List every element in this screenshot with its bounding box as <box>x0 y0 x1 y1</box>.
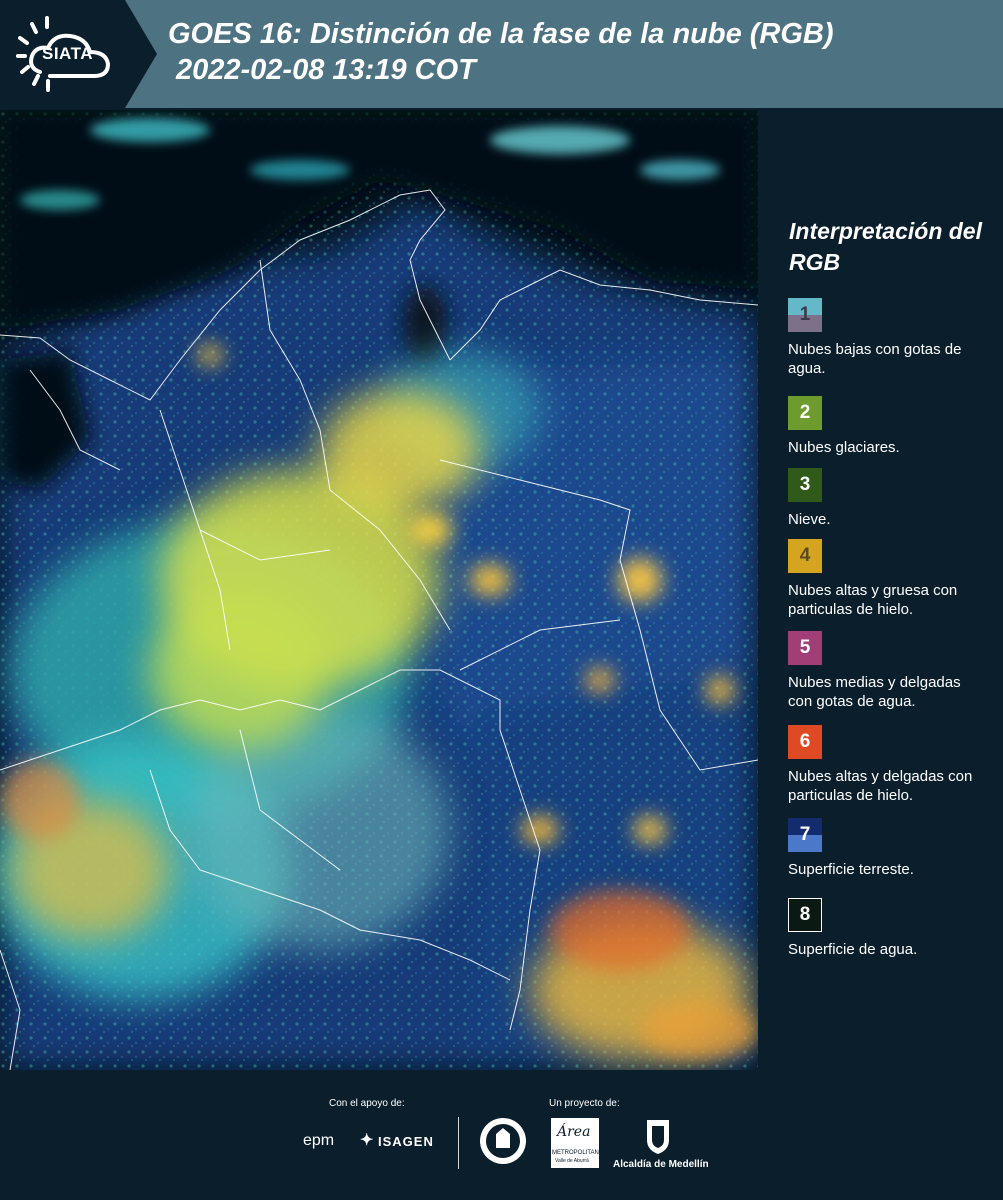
legend-swatch-8: 8 <box>788 898 822 932</box>
area-metropolitana-logo: Área METROPOLITANA Valle de Aburrá <box>551 1118 603 1168</box>
legend-swatch-7: 7 <box>788 818 822 852</box>
support-label: Con el apoyo de: <box>329 1098 405 1109</box>
legend-label-6: Nubes altas y delgadas con particulas de… <box>788 768 973 804</box>
legend-swatch-1: 1 <box>788 298 822 332</box>
header-bar: SIATA GOES 16: Distinción de la fase de … <box>0 0 1003 108</box>
coat-of-arms-icon <box>647 1120 669 1154</box>
legend-swatch-5: 5 <box>788 631 822 665</box>
alcaldia-logo-text: Alcaldía de Medellín <box>613 1159 709 1170</box>
legend-item-6: 6 Nubes altas y delgadas con particulas … <box>788 725 988 805</box>
isagen-star-icon: ✦ <box>360 1132 374 1149</box>
legend-swatch-2: 2 <box>788 396 822 430</box>
epm-logo: epm <box>303 1132 335 1149</box>
isagen-logo: ISAGEN <box>378 1134 434 1149</box>
legend-swatch-3: 3 <box>788 468 822 502</box>
legend-swatch-6: 6 <box>788 725 822 759</box>
siata-logo: SIATA <box>0 0 125 108</box>
seal-icon <box>480 1118 526 1164</box>
legend-label-8: Superficie de agua. <box>788 941 918 958</box>
legend-label-7: Superficie terreste. <box>788 861 914 878</box>
legend-item-1: 1 Nubes bajas con gotas de agua. <box>788 298 988 378</box>
legend-item-5: 5 Nubes medias y delgadas con gotas de a… <box>788 631 988 711</box>
title-line-1: GOES 16: Distinción de la fase de la nub… <box>168 18 834 50</box>
legend-item-8: 8 Superficie de agua. <box>788 898 988 959</box>
legend-label-4: Nubes altas y gruesa con particulas de h… <box>788 582 958 618</box>
legend-label-5: Nubes medias y delgadas con gotas de agu… <box>788 674 961 710</box>
satellite-image <box>0 110 758 1070</box>
legend-title: Interpretación del RGB <box>789 218 982 275</box>
header-arrow <box>125 0 157 108</box>
legend-swatch-4: 4 <box>788 539 822 573</box>
footer-divider <box>458 1117 459 1169</box>
page-title: GOES 16: Distinción de la fase de la nub… <box>168 16 834 88</box>
legend-item-3: 3 Nieve. <box>788 468 988 529</box>
satellite-map <box>0 110 758 1070</box>
legend-label-1: Nubes bajas con gotas de agua. <box>788 341 962 377</box>
footer: Con el apoyo de: Un proyecto de: epm ✦ I… <box>0 1070 1003 1200</box>
legend-item-7: 7 Superficie terreste. <box>788 818 988 879</box>
legend-item-2: 2 Nubes glaciares. <box>788 396 988 457</box>
title-line-2: 2022-02-08 13:19 COT <box>176 54 476 86</box>
legend-panel: Interpretación del RGB 1 Nubes bajas con… <box>760 110 1003 1070</box>
legend-label-3: Nieve. <box>788 511 831 528</box>
project-label: Un proyecto de: <box>549 1098 620 1109</box>
legend-item-4: 4 Nubes altas y gruesa con particulas de… <box>788 539 988 619</box>
legend-label-2: Nubes glaciares. <box>788 439 900 456</box>
logo-text: SIATA <box>42 44 93 63</box>
